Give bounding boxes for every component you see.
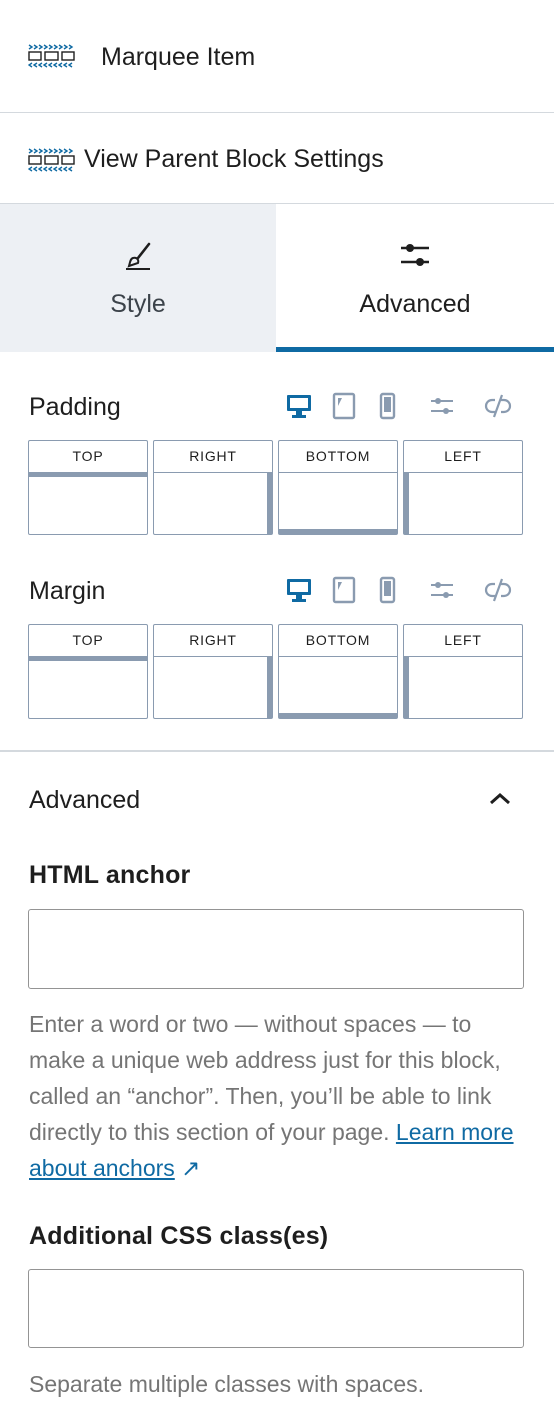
css-classes-help: Separate multiple classes with spaces.: [29, 1371, 425, 1397]
padding-bottom-input[interactable]: BOTTOM: [278, 440, 398, 535]
value-field[interactable]: [404, 656, 522, 718]
block-card-header: Marquee Item: [0, 0, 554, 113]
settings-tabs: Style Advanced: [0, 204, 554, 352]
view-parent-label: View Parent Block Settings: [84, 145, 384, 173]
advanced-panel-toggle[interactable]: Advanced: [29, 784, 140, 816]
marquee-block-icon: [27, 146, 76, 179]
value-field[interactable]: [279, 656, 397, 718]
desktop-icon[interactable]: [285, 576, 313, 609]
side-label: BOTTOM: [305, 448, 371, 464]
html-anchor-input[interactable]: [28, 909, 524, 989]
tablet-icon[interactable]: [330, 576, 358, 609]
external-link-icon: ↗: [181, 1155, 201, 1181]
margin-inputs: TOP RIGHT BOTTOM LEFT: [28, 624, 524, 720]
view-parent-block-button[interactable]: View Parent Block Settings: [0, 114, 554, 204]
side-label: TOP: [72, 448, 104, 464]
value-field[interactable]: [154, 656, 272, 718]
paintbrush-icon: [120, 238, 156, 279]
chevron-up-icon[interactable]: [487, 789, 513, 814]
block-title: Marquee Item: [101, 43, 256, 71]
mobile-icon[interactable]: [373, 392, 401, 425]
padding-right-input[interactable]: RIGHT: [153, 440, 273, 535]
value-field[interactable]: [404, 472, 522, 534]
mobile-icon[interactable]: [373, 576, 401, 609]
unlink-icon[interactable]: [483, 576, 513, 609]
side-label: LEFT: [444, 632, 482, 648]
sliders-icon: [398, 238, 432, 277]
value-field[interactable]: [154, 472, 272, 534]
desktop-icon[interactable]: [285, 392, 313, 425]
tab-style[interactable]: Style: [0, 204, 276, 352]
margin-bottom-input[interactable]: BOTTOM: [278, 624, 398, 719]
html-anchor-help: Enter a word or two — without spaces — t…: [29, 1006, 529, 1186]
padding-inputs: TOP RIGHT BOTTOM LEFT: [28, 440, 524, 536]
value-field[interactable]: [29, 472, 147, 534]
unlink-icon[interactable]: [483, 392, 513, 425]
css-classes-label: Additional CSS class(es): [29, 1222, 329, 1250]
margin-label: Margin: [29, 577, 106, 605]
css-classes-input[interactable]: [28, 1269, 524, 1348]
side-label: RIGHT: [189, 632, 237, 648]
marquee-block-icon: [27, 42, 76, 75]
tab-advanced[interactable]: Advanced: [276, 204, 554, 352]
margin-top-input[interactable]: TOP: [28, 624, 148, 719]
sliders-icon[interactable]: [428, 392, 456, 425]
margin-left-input[interactable]: LEFT: [403, 624, 523, 719]
sliders-icon[interactable]: [428, 576, 456, 609]
section-divider: [0, 750, 554, 752]
padding-label: Padding: [29, 393, 121, 421]
padding-top-input[interactable]: TOP: [28, 440, 148, 535]
tab-advanced-label: Advanced: [359, 290, 471, 318]
padding-left-input[interactable]: LEFT: [403, 440, 523, 535]
side-label: TOP: [72, 632, 104, 648]
value-field[interactable]: [29, 656, 147, 718]
side-label: RIGHT: [189, 448, 237, 464]
html-anchor-label: HTML anchor: [29, 861, 191, 889]
tablet-icon[interactable]: [330, 392, 358, 425]
value-field[interactable]: [279, 472, 397, 534]
margin-right-input[interactable]: RIGHT: [153, 624, 273, 719]
side-label: BOTTOM: [305, 632, 371, 648]
tab-style-label: Style: [110, 290, 166, 318]
side-label: LEFT: [444, 448, 482, 464]
